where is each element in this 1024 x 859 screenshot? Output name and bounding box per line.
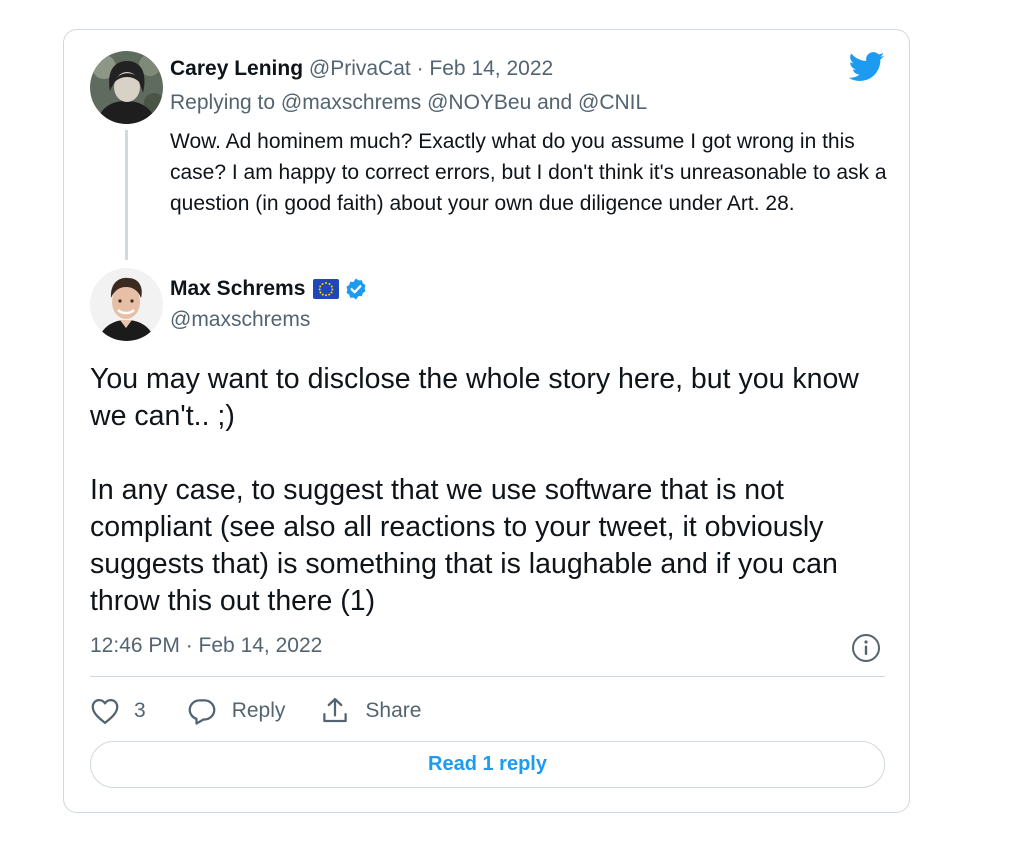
replying-conjunction: and bbox=[531, 91, 579, 114]
share-icon bbox=[320, 696, 350, 726]
replying-prefix: Replying to bbox=[170, 91, 281, 114]
mention-link[interactable]: @CNIL bbox=[578, 91, 647, 114]
like-count: 3 bbox=[134, 699, 146, 722]
reply-button[interactable]: Reply bbox=[187, 697, 286, 725]
reply-tweet-text: Wow. Ad hominem much? Exactly what do yo… bbox=[170, 130, 887, 215]
thread-connector-line bbox=[125, 130, 128, 260]
carey-lening-avatar[interactable] bbox=[90, 51, 163, 124]
reply-author-name[interactable]: Carey Lening bbox=[170, 57, 303, 80]
max-schrems-avatar[interactable] bbox=[90, 268, 163, 341]
main-author-name[interactable]: Max Schrems bbox=[170, 277, 305, 301]
main-tweet-text: You may want to disclose the whole story… bbox=[90, 363, 859, 617]
info-icon[interactable] bbox=[851, 633, 881, 663]
main-author-handle[interactable]: @maxschrems bbox=[170, 308, 310, 332]
heart-icon bbox=[90, 697, 120, 725]
reply-author-handle[interactable]: @PrivaCat bbox=[309, 57, 411, 80]
replying-to-line: Replying to @maxschrems @NOYBeu and @CNI… bbox=[170, 91, 647, 115]
header-separator: · bbox=[416, 57, 424, 80]
twitter-bird-icon[interactable] bbox=[848, 52, 885, 82]
reply-label: Reply bbox=[231, 699, 286, 722]
verified-badge-icon bbox=[344, 277, 368, 301]
share-label: Share bbox=[365, 699, 422, 722]
read-reply-button[interactable]: Read 1 reply bbox=[90, 741, 885, 788]
tweet-actions-bar: 3 Reply Share bbox=[90, 694, 421, 728]
tweet-timestamp[interactable]: 12:46 PM · Feb 14, 2022 bbox=[90, 634, 322, 658]
reply-bubble-icon bbox=[187, 697, 217, 725]
like-button[interactable]: 3 bbox=[90, 697, 146, 725]
read-reply-label: Read 1 reply bbox=[428, 753, 547, 775]
reply-tweet-header: Carey Lening @PrivaCat · Feb 14, 2022 bbox=[170, 57, 553, 81]
mention-link[interactable]: @maxschrems bbox=[281, 91, 421, 114]
embedded-tweet-card: Carey Lening @PrivaCat · Feb 14, 2022 Re… bbox=[63, 29, 910, 813]
reply-date[interactable]: Feb 14, 2022 bbox=[429, 57, 553, 80]
eu-flag-icon bbox=[313, 279, 340, 299]
divider bbox=[90, 676, 885, 677]
main-author-name-row: Max Schrems bbox=[170, 277, 368, 301]
mention-link[interactable]: @NOYBeu bbox=[427, 91, 531, 114]
share-button[interactable]: Share bbox=[320, 696, 421, 726]
